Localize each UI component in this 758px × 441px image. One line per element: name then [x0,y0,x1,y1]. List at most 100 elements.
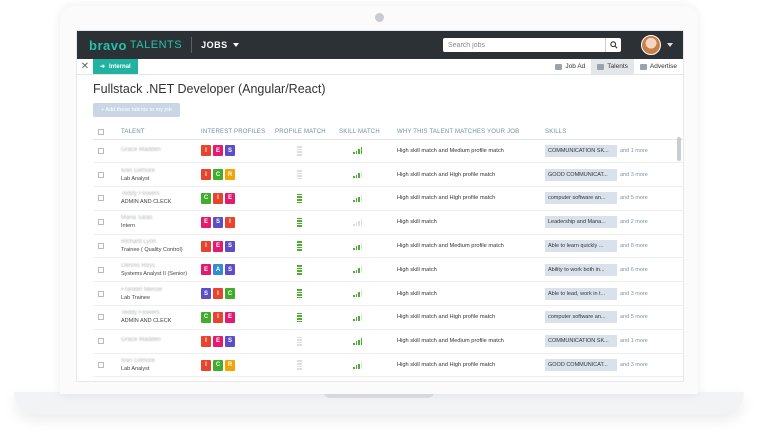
table-row[interactable]: Richard Lyon Trainee ( Quality Control) I E… [93,234,683,259]
more-skills-link[interactable]: and 6 more [620,267,648,273]
row-checkbox[interactable] [98,314,104,321]
skill-tag[interactable]: COMMUNICATION SK... [545,144,617,157]
row-checkbox[interactable] [98,219,104,226]
column-header[interactable]: TALENT [121,125,201,140]
column-header[interactable]: WHY THIS TALENT MATCHES YOUR JOB [397,125,545,140]
table-row[interactable]: Ivan Gilmore Lab Analyst I C R High skill mat… [93,353,683,378]
skill-match-cell [339,210,397,235]
brand-logo[interactable]: bravo [89,38,127,53]
skill-tag[interactable]: Able to learn quickly ... [545,240,617,253]
search-icon [609,41,618,49]
more-skills-link[interactable]: and 2 more [620,219,648,225]
row-select-cell [93,305,121,330]
row-checkbox[interactable] [98,171,104,178]
column-header[interactable]: INTEREST PROFILES [201,125,275,140]
table-row[interactable]: Dennis Ross Systems Analyst II (Senior) E A… [93,257,683,283]
row-checkbox[interactable] [98,338,104,345]
talent-name[interactable]: Richard Lyon [121,239,201,245]
row-checkbox[interactable] [98,290,104,297]
table-row[interactable]: Maria Salas Intern E S I High skill match Lead… [93,210,683,235]
skill-tag[interactable]: computer software an... [545,311,617,324]
talent-name[interactable]: Teddy Flowers [121,310,201,316]
talent-cell: Ivan Gilmore Lab Analyst [121,162,201,188]
column-header[interactable]: SKILL MATCH [339,125,397,140]
user-avatar[interactable] [641,35,661,55]
skill-tag[interactable]: computer software an... [545,192,617,205]
jobs-menu[interactable]: JOBS [201,40,239,50]
skill-match-bars-icon [353,337,397,345]
match-reason: High skill match [397,281,545,307]
profile-match-cell [275,162,339,188]
more-skills-link[interactable]: and 3 more [620,291,648,297]
select-all-checkbox[interactable] [98,128,104,135]
search-box [443,38,621,52]
add-talents-button[interactable]: + Add these talents to my job [93,103,180,117]
table-row[interactable]: Grace Madden I E S High skill match and Medi… [93,139,683,164]
more-skills-link[interactable]: and 5 more [620,314,648,320]
table-row[interactable]: Franklin Mercer Lab Trainee S I C High skill … [93,281,683,307]
tab-job-ad[interactable]: Job Ad [549,59,591,74]
user-menu-chevron-icon[interactable] [667,43,673,47]
skill-tag[interactable]: COMMUNICATION SK... [545,335,617,348]
tab-advertise[interactable]: Advertise [634,59,683,74]
skill-tag[interactable]: Able to lead, work in t... [545,287,617,300]
skill-match-cell [339,257,397,283]
main-content: Fullstack .NET Developer (Angular/React)… [77,82,683,378]
table-row[interactable]: Ivan Gilmore Lab Analyst I C R High skill mat… [93,162,683,188]
talent-name[interactable]: Teddy Flowers [121,191,201,197]
interest-profiles: CIE [201,192,275,204]
table-header-row: TALENT INTEREST PROFILES PROFILE MATCH S… [93,125,683,140]
search-button[interactable] [605,38,621,52]
column-header[interactable]: SKILLS [545,125,683,140]
talent-name[interactable]: Maria Salas [121,215,201,221]
profile-match-meter [297,241,339,251]
skill-match-cell [339,353,397,378]
skill-tag[interactable]: GOOD COMMUNICAT... [545,168,617,181]
skill-tag[interactable]: Leadership and Mana... [545,216,617,229]
talent-name[interactable]: Ivan Gilmore [121,168,201,174]
scrollbar-thumb[interactable] [677,137,681,161]
tab-label: Job Ad [565,63,586,70]
row-checkbox[interactable] [98,195,104,202]
talent-name[interactable]: Dennis Ross [121,263,201,269]
skill-match-bars-icon [353,218,397,226]
row-select-cell [93,139,121,164]
interest-profile-badge: S [225,145,235,157]
skill-match-cell [339,186,397,211]
more-skills-link[interactable]: and 5 more [620,195,648,201]
header-select-all[interactable] [93,125,121,140]
skill-tag[interactable]: GOOD COMMUNICAT... [545,359,617,372]
tab-talents[interactable]: Talents [591,59,634,74]
talent-cell: Dennis Ross Systems Analyst II (Senior) [121,257,201,283]
row-checkbox[interactable] [98,243,104,250]
interest-profiles-cell: SIC [201,281,275,307]
table-row[interactable]: Grace Madden I E S High skill match and Medi… [93,329,683,354]
skill-match-cell [339,329,397,354]
search-input[interactable] [443,41,605,49]
more-skills-link[interactable]: and 3 more [620,362,648,368]
interest-profiles-cell: ESI [201,210,275,235]
interest-profile-badge: I [201,359,211,371]
talent-cell: Grace Madden [121,139,201,164]
row-checkbox[interactable] [98,362,104,369]
table-row[interactable]: Teddy Flowers ADMIN AND CLECK C I E High skil… [93,186,683,211]
match-reason: High skill match [397,210,545,235]
talent-name[interactable]: Franklin Mercer [121,287,201,293]
talent-name[interactable]: Grace Madden [121,337,201,343]
column-header[interactable]: PROFILE MATCH [275,125,339,140]
skill-tag[interactable]: Ability to work both in... [545,263,617,276]
talent-name[interactable]: Grace Madden [121,147,201,153]
table-row[interactable]: Teddy Flowers ADMIN AND CLECK C I E High skil… [93,305,683,330]
more-skills-link[interactable]: and 3 more [620,172,648,178]
row-checkbox[interactable] [98,266,104,273]
more-skills-link[interactable]: and 1 more [620,148,648,154]
page-title: Fullstack .NET Developer (Angular/React) [93,82,326,96]
more-skills-link[interactable]: and 8 more [620,243,648,249]
skill-match-bars-icon [353,361,397,369]
camera-dot [375,13,384,22]
internal-badge[interactable]: ➜ Internal [93,59,138,74]
row-checkbox[interactable] [98,147,104,154]
close-icon[interactable]: ✕ [77,59,93,74]
talent-name[interactable]: Ivan Gilmore [121,358,201,364]
more-skills-link[interactable]: and 1 more [620,338,648,344]
